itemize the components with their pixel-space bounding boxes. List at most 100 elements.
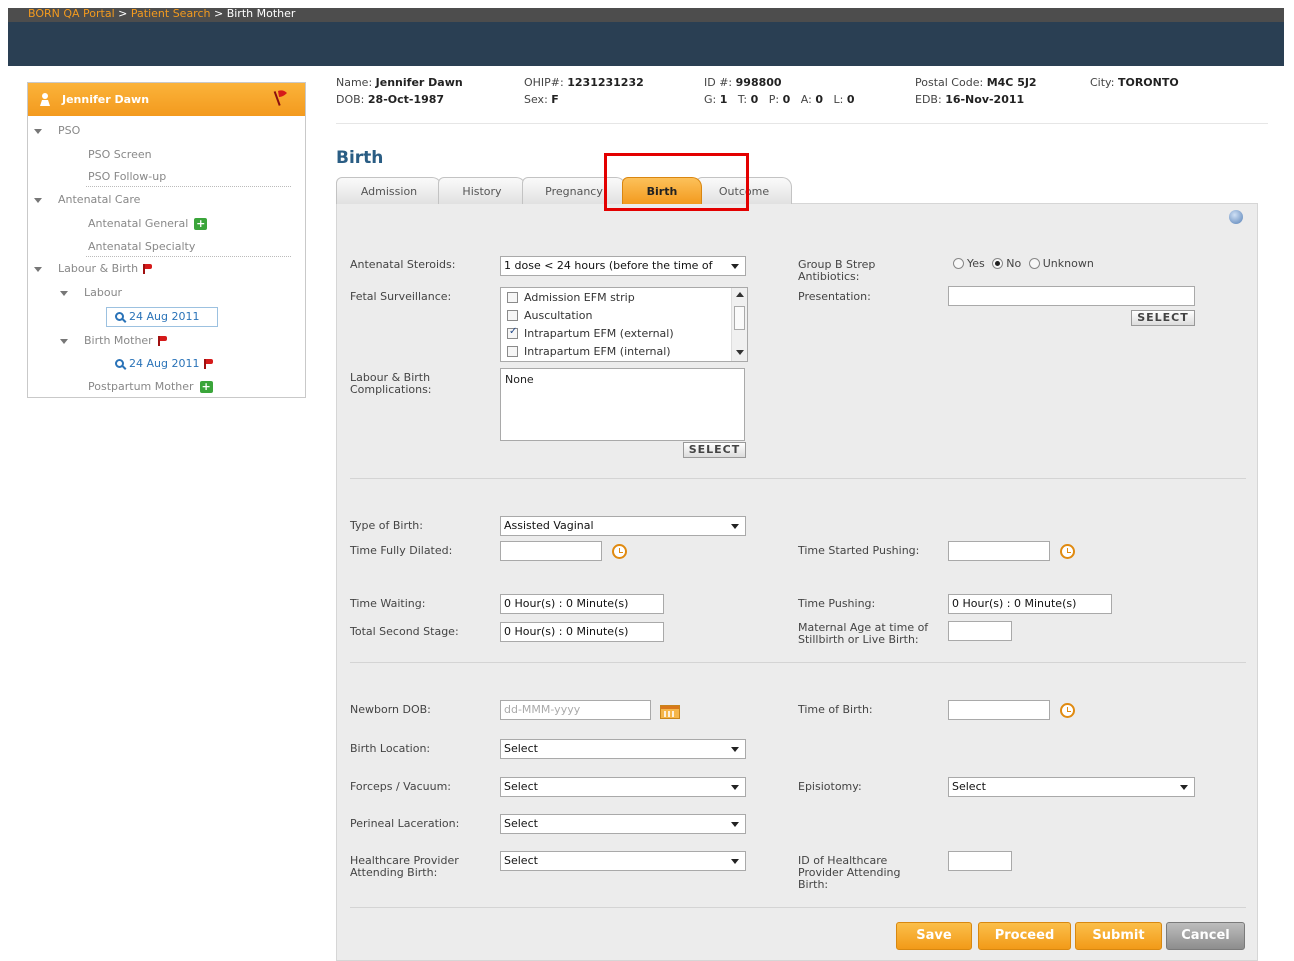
checkbox[interactable] bbox=[507, 326, 518, 339]
collapse-triangle-icon[interactable] bbox=[60, 338, 68, 344]
help-icon[interactable] bbox=[1229, 210, 1243, 224]
checkbox[interactable] bbox=[507, 346, 518, 357]
checkbox[interactable] bbox=[507, 310, 518, 321]
time-fully-dilated-input[interactable] bbox=[500, 541, 602, 561]
list-item[interactable]: Admission EFM strip bbox=[507, 291, 635, 304]
newborn-dob-label: Newborn DOB: bbox=[350, 703, 431, 716]
list-item[interactable]: Intrapartum EFM (external) bbox=[507, 326, 674, 340]
chevron-down-icon bbox=[731, 264, 739, 269]
tree-item-pso-followup[interactable]: PSO Follow-up bbox=[88, 170, 166, 183]
presentation-input[interactable] bbox=[948, 286, 1195, 306]
maternal-age-label: Maternal Age at time of Stillbirth or Li… bbox=[798, 621, 929, 646]
birth-location-select[interactable]: Select bbox=[500, 739, 746, 759]
save-button[interactable]: Save bbox=[896, 922, 972, 950]
flag-icon bbox=[142, 264, 153, 274]
forceps-vacuum-label: Forceps / Vacuum: bbox=[350, 780, 451, 793]
complications-select-button[interactable]: SELECT bbox=[683, 442, 746, 458]
clock-icon[interactable] bbox=[1060, 544, 1075, 559]
patient-gtpal: G: 1 T: 0 P: 0 A: 0 L: 0 bbox=[704, 93, 855, 106]
calendar-icon[interactable] bbox=[660, 705, 680, 719]
divider bbox=[350, 662, 1246, 663]
tree-item-antenatal-care[interactable]: Antenatal Care bbox=[34, 193, 140, 206]
tree-item-labour-birth[interactable]: Labour & Birth bbox=[34, 262, 153, 275]
breadcrumb-current: Birth Mother bbox=[226, 7, 296, 20]
type-of-birth-label: Type of Birth: bbox=[350, 519, 423, 532]
tab-admission[interactable]: Admission bbox=[336, 177, 442, 204]
gbs-no-radio[interactable] bbox=[992, 258, 1004, 269]
tree-item-postpartum-mother[interactable]: Postpartum Mother + bbox=[88, 380, 213, 393]
episiotomy-select[interactable]: Select bbox=[948, 777, 1195, 797]
divider bbox=[86, 186, 291, 187]
list-item[interactable]: Intrapartum EFM (internal) bbox=[507, 345, 671, 358]
submit-button[interactable]: Submit bbox=[1075, 922, 1162, 950]
tree-item-antenatal-specialty[interactable]: Antenatal Specialty bbox=[88, 240, 195, 253]
time-pushing-label: Time Pushing: bbox=[798, 597, 876, 610]
perineal-laceration-select[interactable]: Select bbox=[500, 814, 746, 834]
forceps-vacuum-select[interactable]: Select bbox=[500, 777, 746, 797]
listbox-scrollbar[interactable] bbox=[731, 288, 747, 361]
chevron-down-icon bbox=[1180, 785, 1188, 790]
gbs-yes-radio[interactable] bbox=[953, 258, 964, 269]
cancel-button[interactable]: Cancel bbox=[1166, 922, 1245, 950]
birth-mother-encounter-date[interactable]: 24 Aug 2011 bbox=[115, 357, 214, 370]
add-plus-icon[interactable]: + bbox=[194, 218, 208, 230]
divider bbox=[336, 123, 1268, 124]
clock-icon[interactable] bbox=[612, 544, 627, 559]
presentation-select-button[interactable]: SELECT bbox=[1131, 310, 1195, 326]
chevron-down-icon bbox=[731, 785, 739, 790]
breadcrumb-separator: > bbox=[114, 7, 131, 20]
search-icon bbox=[115, 312, 124, 321]
scroll-down-icon[interactable] bbox=[736, 350, 744, 355]
tree-item-birth-mother[interactable]: Birth Mother bbox=[60, 334, 167, 347]
chevron-down-icon bbox=[731, 524, 739, 529]
provider-id-label: ID of Healthcare Provider Attending Birt… bbox=[798, 854, 901, 891]
newborn-dob-input[interactable]: dd-MMM-yyyy bbox=[500, 700, 651, 720]
time-pushing-input[interactable]: 0 Hour(s) : 0 Minute(s) bbox=[948, 594, 1112, 614]
tree-item-antenatal-general[interactable]: Antenatal General + bbox=[88, 217, 208, 230]
labour-encounter-date[interactable]: 24 Aug 2011 bbox=[106, 307, 218, 327]
collapse-triangle-icon[interactable] bbox=[60, 290, 68, 296]
time-waiting-input[interactable]: 0 Hour(s) : 0 Minute(s) bbox=[500, 594, 664, 614]
search-icon bbox=[115, 359, 124, 368]
proceed-button[interactable]: Proceed bbox=[978, 922, 1071, 950]
divider bbox=[350, 907, 1246, 908]
gbs-antibiotics-label: Group B Strep Antibiotics: bbox=[798, 258, 876, 283]
divider bbox=[86, 256, 291, 257]
checkbox[interactable] bbox=[507, 292, 518, 303]
add-plus-icon[interactable]: + bbox=[199, 381, 213, 393]
collapse-triangle-icon[interactable] bbox=[34, 266, 42, 272]
user-icon bbox=[40, 93, 50, 106]
tree-item-pso[interactable]: PSO bbox=[34, 124, 80, 137]
patient-dob: DOB: 28-Oct-1987 bbox=[336, 93, 445, 106]
tree-item-labour[interactable]: Labour bbox=[60, 286, 122, 299]
time-of-birth-input[interactable] bbox=[948, 700, 1050, 720]
scroll-thumb[interactable] bbox=[734, 306, 745, 330]
page-title: Birth bbox=[336, 148, 384, 168]
clock-icon[interactable] bbox=[1060, 703, 1075, 718]
antenatal-steroids-select[interactable]: 1 dose < 24 hours (before the time of bbox=[500, 256, 746, 276]
collapse-triangle-icon[interactable] bbox=[34, 128, 42, 134]
complications-textarea[interactable]: None bbox=[500, 368, 745, 441]
patient-header-bar[interactable]: Jennifer Dawn bbox=[28, 83, 305, 116]
type-of-birth-select[interactable]: Assisted Vaginal bbox=[500, 516, 746, 536]
birth-form-panel bbox=[336, 203, 1258, 961]
collapse-triangle-icon[interactable] bbox=[34, 197, 42, 203]
top-banner: BORN QA Portal > Patient Search > Birth … bbox=[8, 8, 1284, 66]
gbs-unknown-radio[interactable] bbox=[1028, 258, 1040, 269]
maternal-age-input[interactable] bbox=[948, 621, 1012, 641]
total-second-stage-input[interactable]: 0 Hour(s) : 0 Minute(s) bbox=[500, 622, 664, 642]
tab-history[interactable]: History bbox=[438, 177, 526, 204]
fetal-surveillance-listbox[interactable]: Admission EFM strip Auscultation Intrapa… bbox=[500, 287, 748, 362]
time-started-pushing-input[interactable] bbox=[948, 541, 1050, 561]
healthcare-provider-label: Healthcare Provider Attending Birth: bbox=[350, 854, 459, 879]
breadcrumb-patient-search-link[interactable]: Patient Search bbox=[131, 7, 211, 20]
flag-icon bbox=[157, 336, 167, 346]
tree-item-pso-screen[interactable]: PSO Screen bbox=[88, 148, 152, 161]
list-item[interactable]: Auscultation bbox=[507, 309, 592, 322]
provider-id-input[interactable] bbox=[948, 851, 1012, 871]
breadcrumb-portal-link[interactable]: BORN QA Portal bbox=[28, 7, 115, 20]
healthcare-provider-select[interactable]: Select bbox=[500, 851, 746, 871]
presentation-label: Presentation: bbox=[798, 290, 871, 303]
scroll-up-icon[interactable] bbox=[736, 292, 744, 297]
breadcrumb-separator: > bbox=[210, 7, 227, 20]
